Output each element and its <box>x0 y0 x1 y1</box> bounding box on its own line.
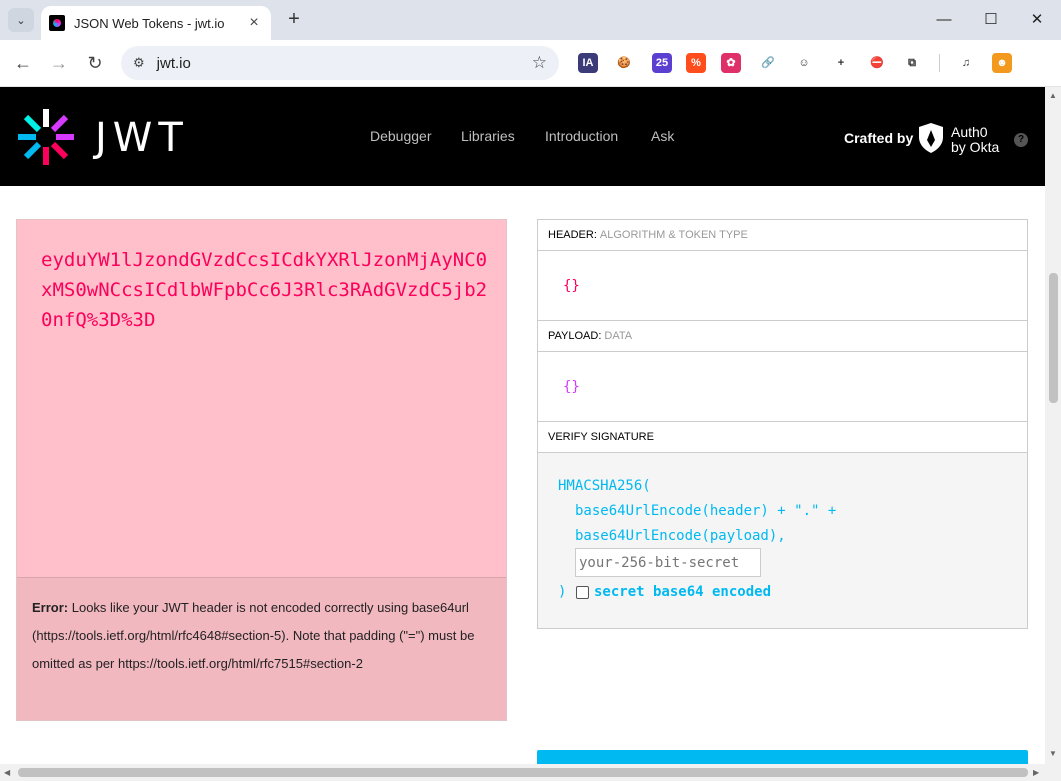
percent-extension-icon[interactable]: % <box>686 53 706 73</box>
blocker-extension-icon[interactable]: ⛔ <box>867 53 887 73</box>
payload-json-editor[interactable]: {} <box>538 352 1027 422</box>
tab-close-icon[interactable]: × <box>245 14 263 32</box>
decoded-panel: HEADER: ALGORITHM & TOKEN TYPE {} PAYLOAD… <box>537 219 1028 629</box>
url-text[interactable]: jwt.io <box>157 55 532 72</box>
hmac-function-label: HMACSHA256( <box>558 478 651 494</box>
close-window-icon[interactable]: ✕ <box>1022 8 1052 32</box>
plus-extension-icon[interactable]: + <box>831 53 851 73</box>
scroll-right-icon[interactable]: ▶ <box>1033 768 1039 777</box>
secret-input[interactable] <box>575 548 761 577</box>
header-json-editor[interactable]: {} <box>538 251 1027 321</box>
media-queue-icon[interactable]: ♫ <box>956 53 976 73</box>
nav-libraries[interactable]: Libraries <box>461 128 515 144</box>
payload-section-sub: DATA <box>604 330 633 342</box>
auth0-line2: by Okta <box>951 139 1000 155</box>
header-encode-line: base64UrlEncode(header) + "." + <box>575 503 837 519</box>
header-json-value[interactable]: {} <box>563 278 580 294</box>
verify-section-label: VERIFY SIGNATURE <box>548 431 654 443</box>
horizontal-scroll-thumb[interactable] <box>18 768 1028 777</box>
back-arrow-icon[interactable]: ← <box>11 51 35 75</box>
auth0-brand-text[interactable]: Auth0 by Okta <box>951 125 999 155</box>
toolbar-separator <box>939 54 940 72</box>
error-label: Error: <box>32 600 69 615</box>
header-section-label: HEADER: <box>548 229 597 241</box>
badge-extension-icon[interactable]: 25 <box>652 53 672 73</box>
scroll-left-icon[interactable]: ◀ <box>4 768 10 777</box>
maximize-icon[interactable]: ☐ <box>976 8 1006 32</box>
profile-avatar-icon[interactable]: ☻ <box>992 53 1012 73</box>
site-header: JWT Debugger Libraries Introduction Ask … <box>0 87 1045 186</box>
tab-title: JSON Web Tokens - jwt.io <box>74 15 225 31</box>
error-text: Looks like your JWT header is not encode… <box>32 600 475 671</box>
header-section-title: HEADER: ALGORITHM & TOKEN TYPE <box>538 220 1027 251</box>
bookmark-star-icon[interactable]: ☆ <box>532 53 547 73</box>
horizontal-scrollbar[interactable]: ◀ ▶ <box>0 764 1061 781</box>
encoded-token-panel[interactable]: eyduYW1lJzondGVzdCcsICdkYXRlJzonMjAyNC0x… <box>16 219 507 721</box>
payload-encode-line: base64UrlEncode(payload), <box>575 528 786 544</box>
share-jwt-button[interactable] <box>537 750 1028 764</box>
payload-json-value[interactable]: {} <box>563 379 580 395</box>
new-tab-plus-icon[interactable]: + <box>283 8 305 31</box>
auth0-line1: Auth0 <box>951 124 988 140</box>
header-section-sub: ALGORITHM & TOKEN TYPE <box>599 229 748 241</box>
site-info-icon[interactable]: ⚙ <box>133 55 145 71</box>
jwt-logo-text[interactable]: JWT <box>95 115 189 161</box>
jwt-favicon-icon <box>49 15 65 31</box>
browser-tab-strip: ⌄ JSON Web Tokens - jwt.io × + — ☐ ✕ <box>0 0 1061 40</box>
browser-toolbar: ← → ↻ ⚙ jwt.io ☆ IA 🍪 25% ✿ 🔗 ☺ + ⛔ ⧉ ♫ ☻ <box>0 40 1061 87</box>
encoded-token-text[interactable]: eyduYW1lJzondGVzdCcsICdkYXRlJzonMjAyNC0x… <box>41 245 491 335</box>
code-close-paren: ) <box>558 584 567 600</box>
nav-introduction[interactable]: Introduction <box>545 128 618 144</box>
scroll-down-icon[interactable]: ▼ <box>1049 749 1057 758</box>
crafted-by-label: Crafted by <box>844 130 914 146</box>
error-message: Error: Looks like your JWT header is not… <box>17 577 506 720</box>
ia-extension-icon[interactable]: IA <box>578 53 598 73</box>
browser-tab[interactable]: JSON Web Tokens - jwt.io × <box>41 6 271 40</box>
vertical-scrollbar[interactable]: ▲ ▼ <box>1045 87 1061 764</box>
verify-section-title: VERIFY SIGNATURE <box>538 422 1027 453</box>
nav-debugger[interactable]: Debugger <box>370 128 432 144</box>
vertical-scroll-thumb[interactable] <box>1049 273 1058 403</box>
nav-ask[interactable]: Ask <box>651 128 674 144</box>
address-bar[interactable]: ⚙ jwt.io ☆ <box>121 46 559 80</box>
reload-icon[interactable]: ↻ <box>83 51 107 75</box>
verify-signature-body: HMACSHA256( base64UrlEncode(header) + ".… <box>538 453 1027 628</box>
link-extension-icon[interactable]: 🔗 <box>758 53 778 73</box>
secret-base64-label[interactable]: secret base64 encoded <box>594 584 771 600</box>
extensions-puzzle-icon[interactable]: ⧉ <box>902 53 922 73</box>
minimize-icon[interactable]: — <box>929 8 959 32</box>
jwt-logo-icon[interactable] <box>16 107 76 167</box>
page-viewport: JWT Debugger Libraries Introduction Ask … <box>0 87 1045 764</box>
scroll-up-icon[interactable]: ▲ <box>1049 91 1057 100</box>
payload-section-label: PAYLOAD: <box>548 330 602 342</box>
auth0-shield-icon[interactable] <box>918 122 944 154</box>
forward-arrow-icon[interactable]: → <box>47 51 71 75</box>
puzzle-color-extension-icon[interactable]: ✿ <box>721 53 741 73</box>
cookie-extension-icon[interactable]: 🍪 <box>614 53 634 73</box>
face-extension-icon[interactable]: ☺ <box>794 53 814 73</box>
help-icon[interactable]: ? <box>1014 133 1028 147</box>
tab-search-chevron-icon[interactable]: ⌄ <box>8 8 34 32</box>
secret-base64-checkbox[interactable] <box>576 586 589 599</box>
payload-section-title: PAYLOAD: DATA <box>538 321 1027 352</box>
